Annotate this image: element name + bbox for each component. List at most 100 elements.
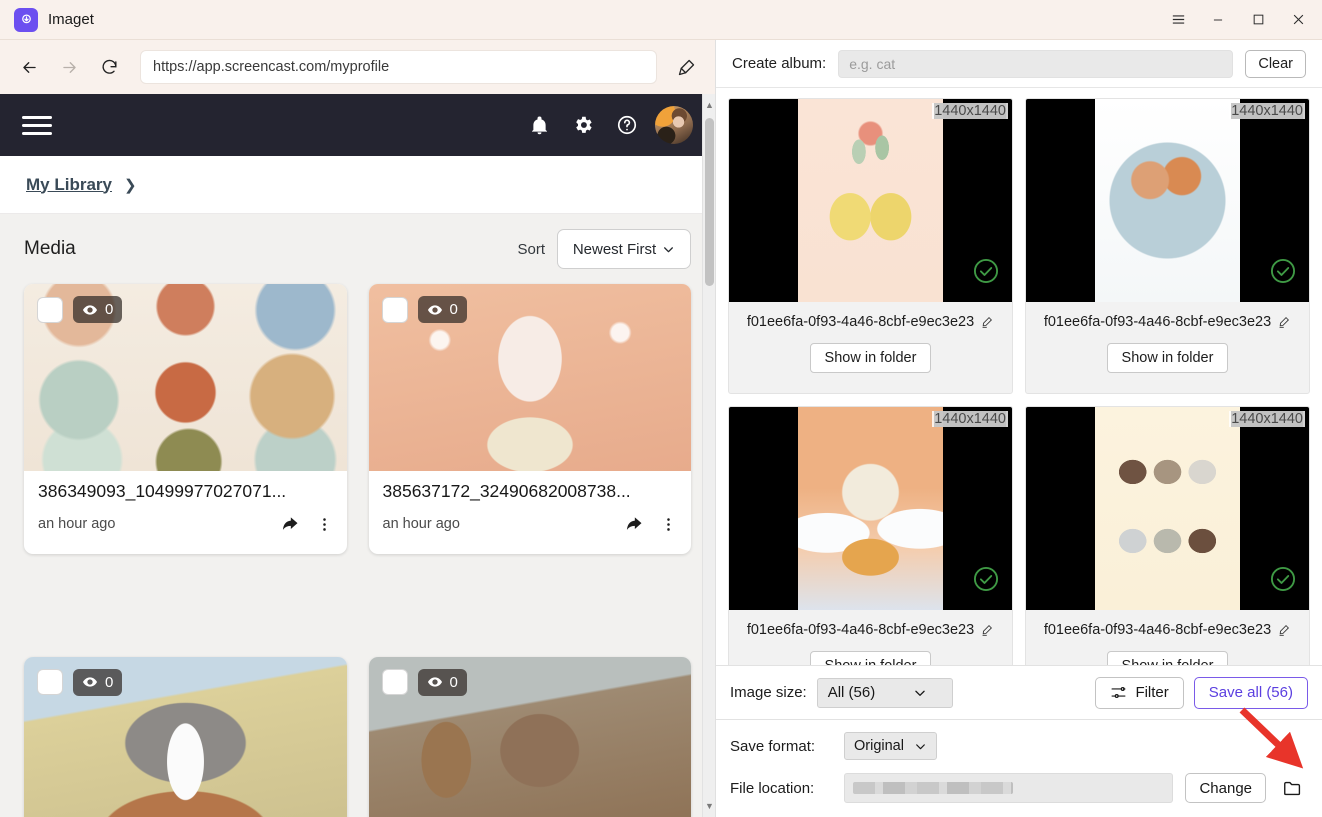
selected-check-icon[interactable] <box>1269 565 1297 598</box>
media-filename: 385637172_32490682008738... <box>382 481 631 501</box>
result-card[interactable]: 1440x1440 f01ee6fa-0f93-4a46-8cbf-e9ec3e… <box>1025 406 1310 665</box>
media-header: Media Sort Newest First <box>0 214 715 284</box>
arrow-left-icon[interactable] <box>12 50 46 84</box>
result-card[interactable]: 1440x1440 f01ee6fa-0f93-4a46-8cbf-e9ec3e… <box>728 406 1013 665</box>
media-thumbnail[interactable]: 0 <box>24 656 347 817</box>
save-format-value: Original <box>854 738 904 754</box>
hamburger-icon[interactable] <box>22 115 52 135</box>
reload-icon[interactable] <box>92 50 126 84</box>
help-icon[interactable] <box>605 103 649 147</box>
result-thumbnail[interactable]: 1440x1440 <box>729 407 1012 610</box>
browser-pane: https://app.screencast.com/myprofile My … <box>0 40 715 817</box>
select-checkbox[interactable] <box>37 669 63 695</box>
dimension-badge: 1440x1440 <box>932 103 1008 119</box>
media-section-title: Media <box>24 238 76 259</box>
edit-pencil-icon[interactable] <box>980 315 994 329</box>
share-icon[interactable] <box>280 514 300 534</box>
result-filename-row: f01ee6fa-0f93-4a46-8cbf-e9ec3e23 <box>1026 610 1309 638</box>
save-all-button[interactable]: Save all (56) <box>1193 676 1308 709</box>
show-in-folder-button[interactable]: Show in folder <box>1106 343 1229 373</box>
menu-icon[interactable] <box>1158 1 1198 39</box>
view-count-badge: 0 <box>417 668 467 696</box>
result-art-bears <box>1095 407 1240 610</box>
main-split: https://app.screencast.com/myprofile My … <box>0 40 1322 817</box>
create-album-input[interactable]: e.g. cat <box>838 49 1234 78</box>
media-card[interactable]: 0 386349093_10499977027071... an hour ag… <box>24 284 347 554</box>
save-format-select[interactable]: Original <box>844 732 937 760</box>
selected-check-icon[interactable] <box>1269 257 1297 290</box>
sort-label: Sort <box>517 240 545 258</box>
file-location-label: File location: <box>730 779 815 797</box>
page-scrollbar[interactable]: ▲ ▼ <box>702 94 715 817</box>
filter-button[interactable]: Filter <box>1095 676 1184 709</box>
chevron-down-icon <box>916 743 925 749</box>
chevron-down-icon <box>915 690 925 696</box>
dimension-badge: 1440x1440 <box>932 411 1008 427</box>
show-in-folder-button[interactable]: Show in folder <box>809 343 932 373</box>
filter-icon <box>1111 686 1126 699</box>
minimize-icon[interactable] <box>1198 1 1238 39</box>
dimension-badge: 1440x1440 <box>1229 103 1305 119</box>
more-options-icon[interactable] <box>316 516 333 533</box>
result-art-octopus <box>1095 99 1240 302</box>
result-card[interactable]: 1440x1440 f01ee6fa-0f93-4a46-8cbf-e9ec3e… <box>728 98 1013 394</box>
sort-select[interactable]: Newest First <box>557 229 691 269</box>
view-count: 0 <box>449 673 458 691</box>
gear-icon[interactable] <box>561 103 605 147</box>
imaget-extension-icon[interactable] <box>669 50 703 84</box>
image-size-select[interactable]: All (56) <box>816 677 953 708</box>
media-card[interactable]: 0 385637172_32490682008738... an hour ag… <box>368 284 692 554</box>
result-card[interactable]: 1440x1440 f01ee6fa-0f93-4a46-8cbf-e9ec3e… <box>1025 98 1310 394</box>
image-size-bar: Image size: All (56) Filter Save all (56… <box>716 665 1322 719</box>
user-avatar[interactable] <box>655 106 693 144</box>
media-filename: 386349093_10499977027071... <box>38 481 287 501</box>
maximize-icon[interactable] <box>1238 1 1278 39</box>
create-album-bar: Create album: e.g. cat Clear <box>716 40 1322 88</box>
selected-check-icon[interactable] <box>972 257 1000 290</box>
media-thumbnail[interactable]: 0 <box>368 656 691 817</box>
media-card[interactable]: 0 382591329_33637... an hour ago <box>368 656 691 817</box>
result-art-girl-with-flowers <box>798 407 943 610</box>
result-thumbnail[interactable]: 1440x1440 <box>1026 99 1309 302</box>
scrollbar-thumb[interactable] <box>705 118 714 286</box>
scroll-up-icon[interactable]: ▲ <box>703 96 715 114</box>
share-icon[interactable] <box>624 514 644 534</box>
save-format-row: Save format: Original <box>730 732 1308 760</box>
result-filename: f01ee6fa-0f93-4a46-8cbf-e9ec3e23 <box>1043 622 1272 638</box>
filter-label: Filter <box>1135 684 1169 701</box>
arrow-right-icon[interactable] <box>52 50 86 84</box>
media-card-meta: 386349093_10499977027071... an hour ago <box>24 471 347 534</box>
clear-button[interactable]: Clear <box>1245 49 1306 78</box>
media-card[interactable]: 0 383151248_15450000825728... an hour ag… <box>24 656 347 817</box>
edit-pencil-icon[interactable] <box>1277 623 1291 637</box>
result-filename: f01ee6fa-0f93-4a46-8cbf-e9ec3e23 <box>746 622 975 638</box>
media-thumbnail[interactable]: 0 <box>24 284 347 471</box>
more-options-icon[interactable] <box>660 516 677 533</box>
media-card-meta: 385637172_32490682008738... an hour ago <box>369 471 692 534</box>
edit-pencil-icon[interactable] <box>980 623 994 637</box>
result-filename-row: f01ee6fa-0f93-4a46-8cbf-e9ec3e23 <box>729 610 1012 638</box>
select-checkbox[interactable] <box>37 296 63 323</box>
app-logo-icon <box>14 7 38 32</box>
folder-open-icon[interactable] <box>1278 773 1308 803</box>
selected-check-icon[interactable] <box>972 565 1000 598</box>
file-location-input[interactable] <box>844 773 1174 803</box>
media-timestamp: an hour ago <box>382 516 460 532</box>
change-location-button[interactable]: Change <box>1185 773 1266 803</box>
edit-pencil-icon[interactable] <box>1277 315 1291 329</box>
media-thumbnail[interactable]: 0 <box>368 284 691 471</box>
url-input[interactable]: https://app.screencast.com/myprofile <box>140 50 657 84</box>
result-thumbnail[interactable]: 1440x1440 <box>1026 407 1309 610</box>
select-checkbox[interactable] <box>381 669 408 695</box>
breadcrumb-my-library[interactable]: My Library <box>26 175 112 195</box>
scroll-down-icon[interactable]: ▼ <box>703 797 715 815</box>
webpage-viewport: My Library ❯ Media Sort Newest First 0 3… <box>0 94 715 817</box>
show-in-folder-button[interactable]: Show in folder <box>809 651 932 665</box>
thumbnail-overlay: 0 <box>37 296 123 323</box>
result-thumbnail[interactable]: 1440x1440 <box>729 99 1012 302</box>
close-icon[interactable] <box>1278 1 1318 39</box>
result-filename: f01ee6fa-0f93-4a46-8cbf-e9ec3e23 <box>746 314 975 330</box>
bell-icon[interactable] <box>517 103 561 147</box>
select-checkbox[interactable] <box>381 296 408 323</box>
show-in-folder-button[interactable]: Show in folder <box>1106 651 1229 665</box>
